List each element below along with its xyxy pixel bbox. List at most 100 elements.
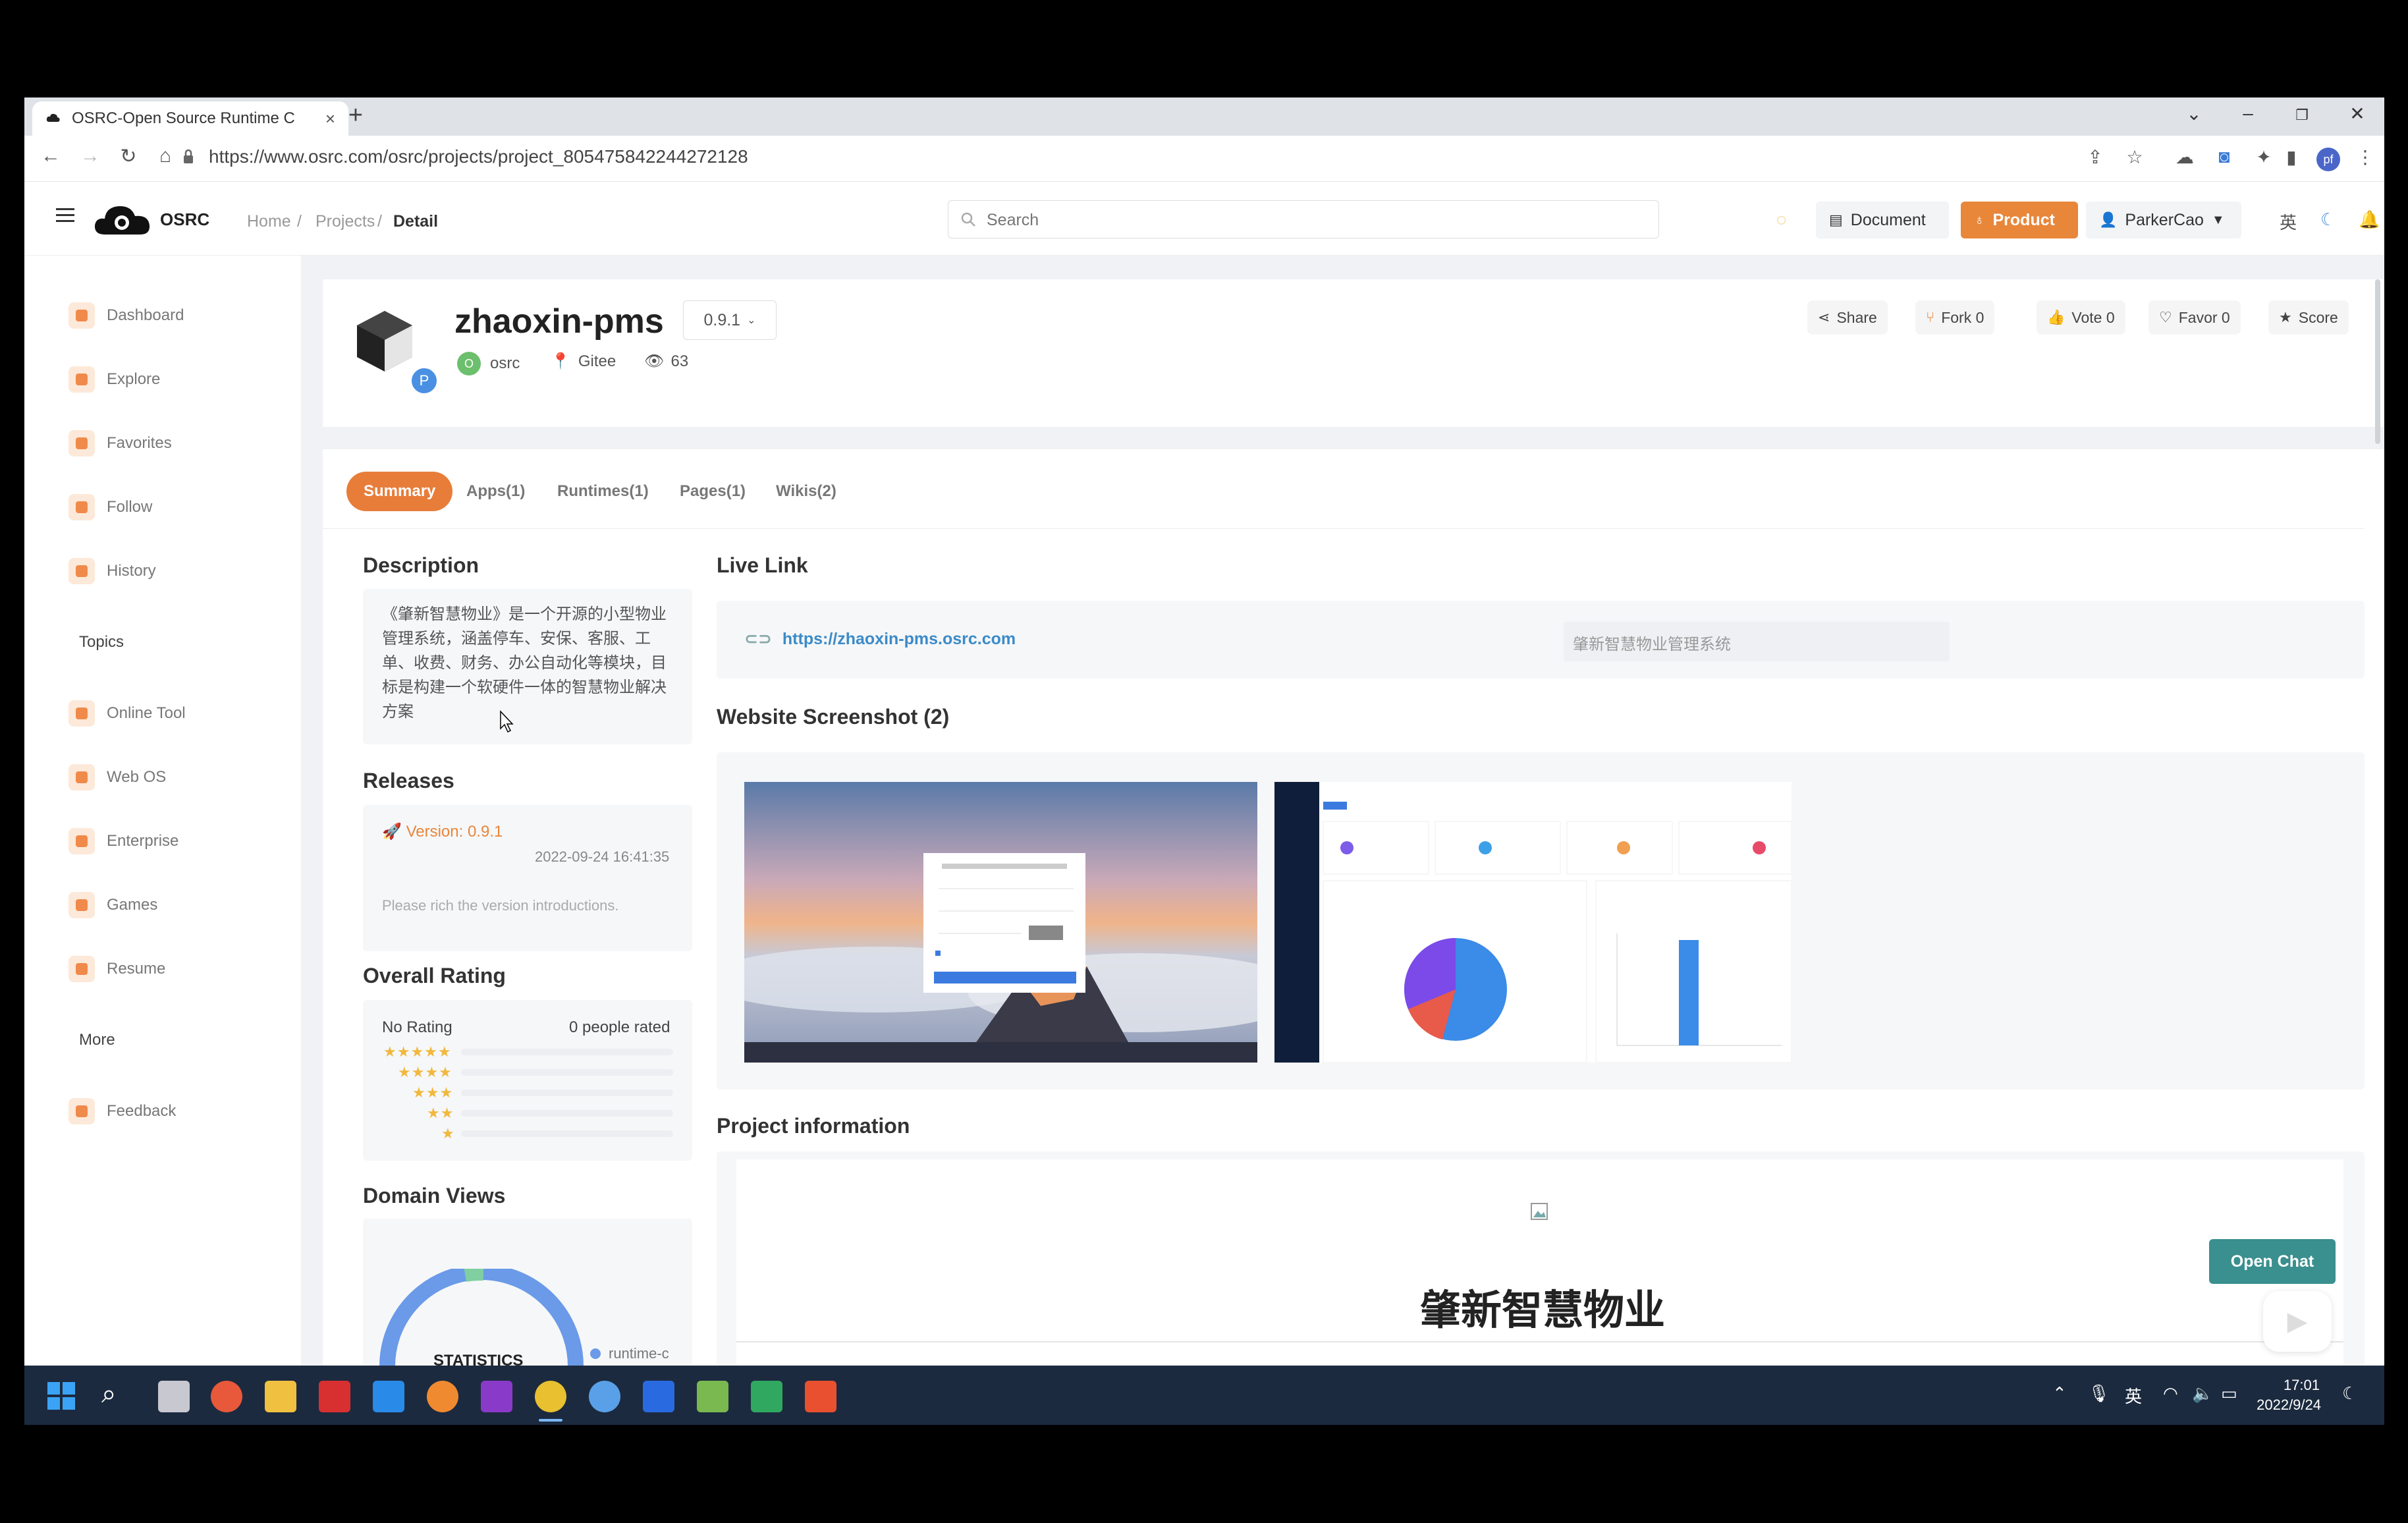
legend-dot-icon: [590, 1348, 601, 1359]
favor-button[interactable]: ♡ Favor 0: [2148, 300, 2241, 335]
sidebar-item-web-os[interactable]: Web OS: [68, 758, 166, 797]
rating-bar: [461, 1069, 673, 1076]
address-bar: ← → ↻ ⌂ https://www.osrc.com/osrc/projec…: [24, 136, 2384, 182]
onenote-icon[interactable]: [481, 1381, 512, 1412]
windows-start-icon[interactable]: [46, 1381, 76, 1411]
bookmark-star-icon[interactable]: ☆: [2123, 146, 2147, 170]
release-version[interactable]: 🚀 Version: 0.9.1: [382, 822, 503, 841]
app-notepad-icon[interactable]: [697, 1381, 728, 1412]
sidebar-item-online-tool[interactable]: Online Tool: [68, 694, 186, 733]
page-scrollbar[interactable]: [2375, 279, 2380, 444]
sidebar-item-dashboard[interactable]: Dashboard: [68, 296, 184, 335]
screenshot-thumbnail-dashboard[interactable]: [1274, 782, 1792, 1063]
tab-summary[interactable]: Summary: [346, 472, 453, 511]
menu-hamburger-icon[interactable]: [56, 208, 74, 226]
screenshot-thumbnail-login[interactable]: [744, 782, 1257, 1063]
tab-apps[interactable]: Apps(1): [466, 472, 525, 511]
forward-button[interactable]: →: [76, 145, 105, 167]
clock-time[interactable]: 17:01: [2259, 1377, 2320, 1394]
language-toggle[interactable]: 英: [2280, 209, 2297, 234]
close-window-button[interactable]: ✕: [2338, 103, 2377, 125]
share-button[interactable]: ⋖ Share: [1807, 300, 1888, 335]
back-button[interactable]: ←: [36, 145, 65, 167]
restore-button[interactable]: ❐: [2282, 107, 2322, 124]
app-red-icon[interactable]: [319, 1381, 350, 1412]
sidebar-item-follow[interactable]: Follow: [68, 487, 152, 527]
active-app-indicator: [539, 1419, 562, 1422]
battery-icon[interactable]: ▭: [2221, 1383, 2237, 1404]
minimize-button[interactable]: –: [2228, 103, 2268, 124]
breadcrumb-home[interactable]: Home: [247, 212, 291, 231]
search-box[interactable]: [948, 200, 1659, 238]
app-orange-icon[interactable]: [427, 1381, 458, 1412]
chrome-icon[interactable]: [535, 1381, 566, 1412]
notice-circle-icon[interactable]: ◌: [1776, 209, 1786, 230]
donut-legend[interactable]: runtime-c: [590, 1345, 669, 1362]
document-button[interactable]: ▤ Document: [1816, 202, 1949, 238]
tab-search-icon[interactable]: ⌄: [2174, 103, 2214, 125]
profile-avatar[interactable]: pf: [2316, 148, 2340, 171]
url-text[interactable]: https://www.osrc.com/osrc/projects/proje…: [209, 146, 748, 167]
tab-close-icon[interactable]: ×: [325, 109, 335, 129]
app-photos-icon[interactable]: [643, 1381, 674, 1412]
wifi-icon[interactable]: ◠: [2163, 1383, 2178, 1404]
reload-button[interactable]: ↻: [114, 145, 143, 168]
new-tab-button[interactable]: +: [339, 101, 372, 130]
osrc-logo-icon[interactable]: [93, 200, 152, 238]
extension-cloud-icon[interactable]: ☁: [2173, 146, 2197, 170]
sidebar-item-explore[interactable]: Explore: [68, 360, 160, 399]
app-green-icon[interactable]: [751, 1381, 782, 1412]
home-button[interactable]: ⌂: [151, 145, 180, 167]
score-button[interactable]: ★ Score: [2268, 300, 2349, 335]
project-source[interactable]: 📍 Gitee: [551, 352, 616, 371]
app-red-square-icon[interactable]: [805, 1381, 836, 1412]
share-page-icon[interactable]: ⇪: [2083, 146, 2107, 170]
sidebar-more-heading[interactable]: More: [79, 1031, 115, 1049]
sidebar-item-resume[interactable]: Resume: [68, 949, 165, 989]
live-link-url-text: https://zhaoxin-pms.osrc.com: [782, 629, 1016, 648]
app-blue-circle-icon[interactable]: [589, 1381, 620, 1412]
fork-button[interactable]: ⑂ Fork 0: [1915, 300, 1995, 335]
star-icon: ★: [2279, 309, 2292, 325]
tab-runtimes[interactable]: Runtimes(1): [557, 472, 649, 511]
search-input[interactable]: [987, 208, 1579, 233]
browser-tab[interactable]: OSRC-Open Source Runtime C ×: [32, 101, 348, 136]
sidebar-item-history[interactable]: History: [68, 551, 156, 591]
project-owner[interactable]: Oosrc: [457, 352, 520, 375]
file-explorer-icon[interactable]: [265, 1381, 296, 1412]
tab-wikis[interactable]: Wikis(2): [776, 472, 836, 511]
browser-menu-icon[interactable]: ⋮: [2353, 146, 2377, 170]
tab-pages[interactable]: Pages(1): [680, 472, 746, 511]
lock-icon[interactable]: [182, 149, 194, 165]
side-panel-icon[interactable]: ▮: [2280, 146, 2303, 170]
extensions-puzzle-icon[interactable]: ✦: [2252, 146, 2276, 170]
sidebar-item-enterprise[interactable]: Enterprise: [68, 821, 178, 861]
play-circle-icon[interactable]: ▶: [2263, 1291, 2332, 1352]
live-link-url[interactable]: ⊂⊃ https://zhaoxin-pms.osrc.com: [744, 629, 1016, 649]
dark-mode-moon-icon[interactable]: ☾: [2320, 209, 2336, 230]
task-view-icon[interactable]: [158, 1381, 190, 1412]
tray-language[interactable]: 英: [2125, 1383, 2142, 1408]
breadcrumb-projects[interactable]: Projects: [315, 212, 375, 231]
sidebar-item-games[interactable]: Games: [68, 885, 157, 925]
sidebar-item-feedback[interactable]: Feedback: [68, 1092, 176, 1131]
vscode-icon[interactable]: [373, 1381, 404, 1412]
notification-moon-icon[interactable]: ☾: [2342, 1383, 2357, 1404]
version-select[interactable]: 0.9.1 ⌄: [683, 300, 777, 340]
clock-date[interactable]: 2022/9/24: [2253, 1397, 2321, 1414]
microphone-icon[interactable]: 🎙: [2088, 1383, 2110, 1404]
app-red-bird-icon[interactable]: [211, 1381, 242, 1412]
live-link-title-field[interactable]: 肇新智慧物业管理系统: [1564, 622, 1950, 661]
user-menu-button[interactable]: 👤 ParkerCao ▼: [2086, 202, 2241, 238]
notification-bell-icon[interactable]: 🔔: [2359, 209, 2380, 230]
tray-chevron-icon[interactable]: ⌃: [2052, 1383, 2067, 1404]
history-icon: [68, 558, 95, 584]
tabs-divider: [323, 528, 2365, 529]
open-chat-button[interactable]: Open Chat: [2209, 1239, 2336, 1284]
taskbar-search-icon[interactable]: ⌕: [101, 1379, 116, 1409]
vote-button[interactable]: 👍 Vote 0: [2037, 300, 2125, 335]
sidebar-item-favorites[interactable]: Favorites: [68, 424, 172, 463]
product-button[interactable]: ♁ Product: [1961, 202, 2078, 238]
volume-icon[interactable]: 🔈: [2192, 1383, 2213, 1404]
extension-glasses-icon[interactable]: ◙: [2212, 146, 2236, 170]
